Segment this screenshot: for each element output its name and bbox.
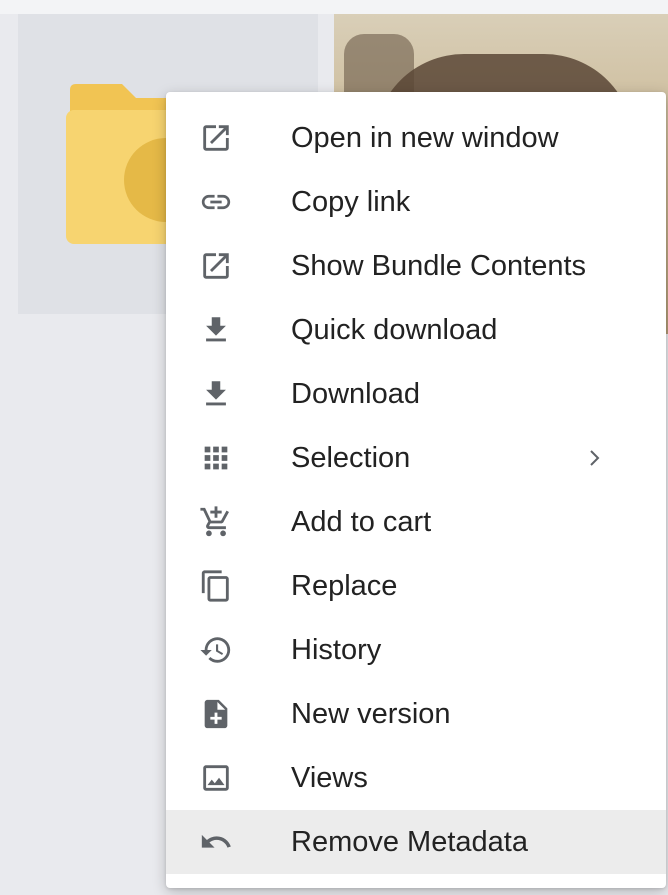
menu-item-label: Views [291,761,368,794]
menu-item-selection[interactable]: Selection [166,426,666,490]
menu-item-new-version[interactable]: New version [166,682,666,746]
menu-item-views[interactable]: Views [166,746,666,810]
menu-item-label: Copy link [291,185,411,218]
menu-item-label: Download [291,377,420,410]
menu-item-label: New version [291,697,451,730]
menu-item-show-bundle-contents[interactable]: Show Bundle Contents [166,234,666,298]
menu-item-download[interactable]: Download [166,362,666,426]
menu-item-copy-link[interactable]: Copy link [166,170,666,234]
app-background: Open in new window Copy link Show Bundle… [0,0,668,895]
menu-item-label: Quick download [291,313,498,346]
copy-icon [198,568,234,604]
download-icon [198,312,234,348]
context-menu: Open in new window Copy link Show Bundle… [166,92,666,888]
undo-icon [198,824,234,860]
menu-item-add-to-cart[interactable]: Add to cart [166,490,666,554]
menu-item-label: Add to cart [291,505,432,538]
menu-item-label: Replace [291,569,398,602]
menu-item-label: Remove Metadata [291,825,528,858]
image-icon [198,760,234,796]
menu-item-history[interactable]: History [166,618,666,682]
download-icon [198,376,234,412]
menu-item-open-in-new-window[interactable]: Open in new window [166,106,666,170]
menu-item-label: Open in new window [291,121,559,154]
chevron-right-icon [586,446,604,470]
history-icon [198,632,234,668]
open-in-new-icon [198,248,234,284]
link-icon [198,184,234,220]
note-add-icon [198,696,234,732]
menu-item-label: History [291,633,382,666]
open-in-new-icon [198,120,234,156]
menu-item-label: Show Bundle Contents [291,249,587,282]
menu-item-quick-download[interactable]: Quick download [166,298,666,362]
top-strip [0,0,668,14]
menu-item-replace[interactable]: Replace [166,554,666,618]
add-shopping-cart-icon [198,504,234,540]
grid-icon [198,440,234,476]
menu-item-label: Selection [291,441,411,474]
menu-item-remove-metadata[interactable]: Remove Metadata [166,810,666,874]
